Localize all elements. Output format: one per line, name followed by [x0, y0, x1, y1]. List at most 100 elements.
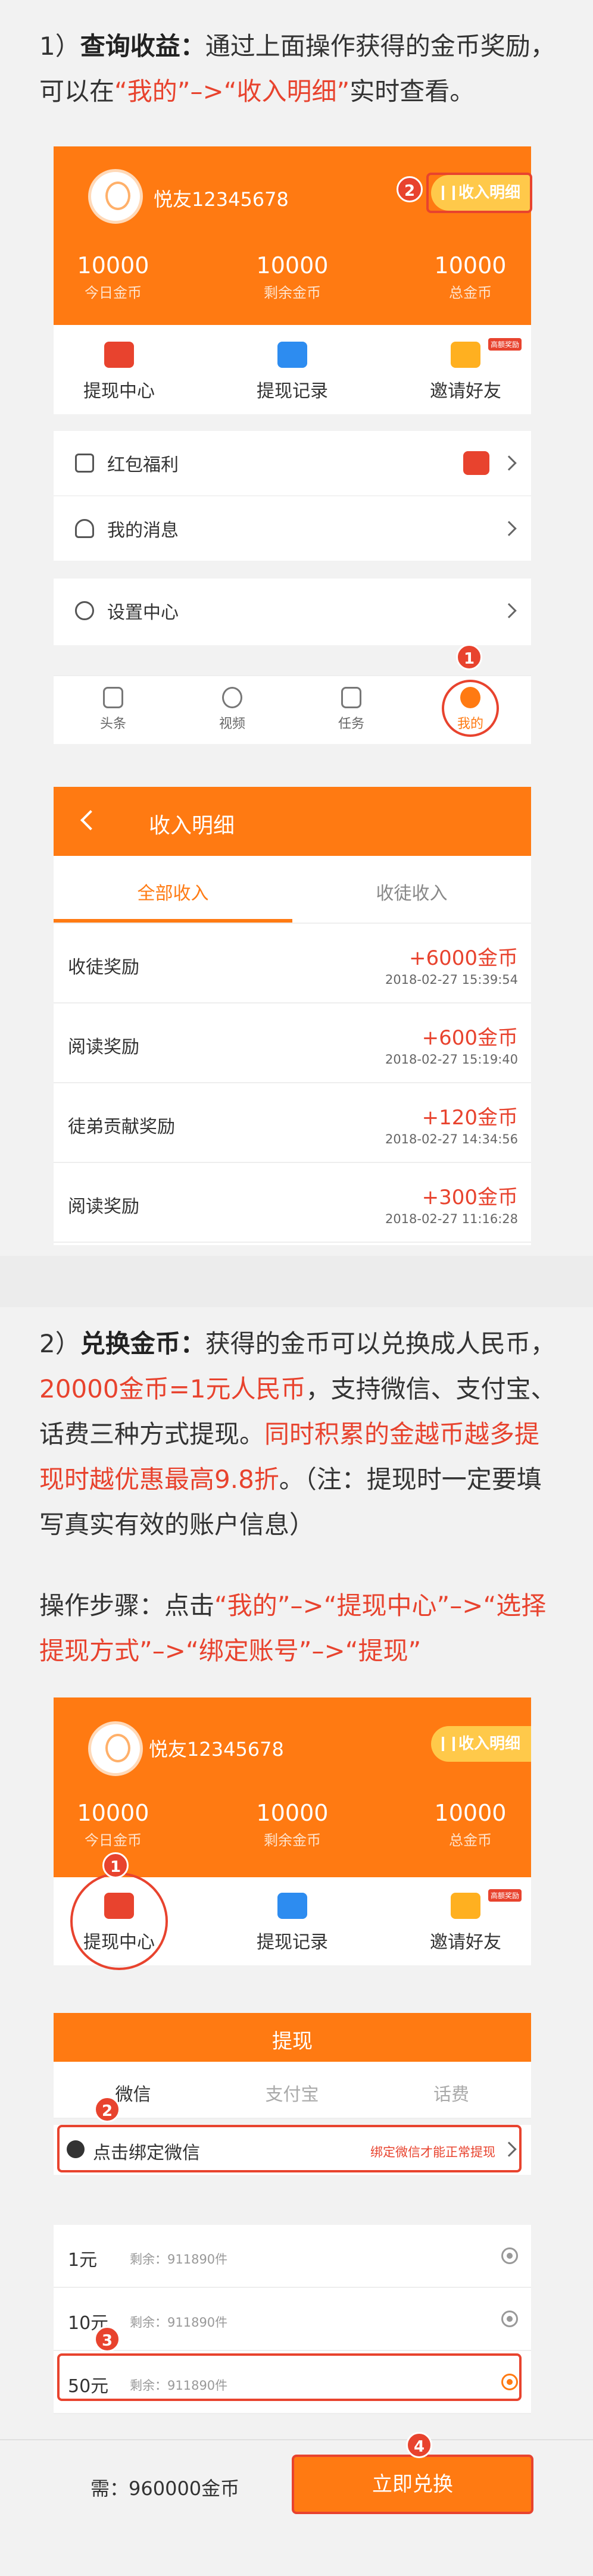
tab-task[interactable]: 任务: [292, 687, 411, 732]
record-time: 2018-02-27 15:39:54: [385, 973, 518, 987]
tab-apprentice-income[interactable]: 收徒收入: [292, 879, 531, 905]
news-icon: [103, 687, 123, 708]
record-icon: [277, 1893, 307, 1919]
steps-me: “我的”: [214, 1591, 291, 1620]
profile-header-2: 悦友12345678 收入明细 10000 今日金币 10000 剩余金币 1000…: [54, 1697, 531, 1877]
highlight-option-50: [57, 2353, 522, 2401]
steps-center: “提现中心”: [323, 1591, 450, 1620]
amount-option[interactable]: 10元 剩余：911890件: [54, 2288, 531, 2351]
steps-withdraw: “提现”: [345, 1636, 422, 1665]
section2-title: 兑换金币：: [80, 1329, 205, 1358]
gift-icon: [451, 1893, 480, 1919]
tab-all-income[interactable]: 全部收入: [54, 879, 292, 905]
tab-video[interactable]: 视频: [173, 687, 292, 732]
radio-button[interactable]: [501, 2311, 518, 2327]
section1-text-b: 实时查看。: [349, 77, 475, 106]
back-arrow-icon[interactable]: [80, 810, 101, 830]
stat-label: 总金币: [449, 285, 492, 301]
menu-settings[interactable]: 设置中心: [54, 579, 531, 643]
step-badge-2: 2: [397, 176, 423, 202]
bell-icon: [75, 519, 94, 538]
stat-remaining: 10000 剩余金币: [233, 252, 352, 302]
redpacket-icon: [75, 454, 94, 473]
high-reward-tag: 高额奖励: [488, 338, 522, 351]
step-badge-2: 2: [94, 2096, 120, 2122]
shortcut-withdraw-record[interactable]: 提现记录: [227, 1893, 358, 1953]
section1-arrow: –>: [190, 77, 224, 106]
section1-me-link: “我的”: [114, 77, 191, 106]
record-amount: +6000金币: [408, 946, 518, 970]
coins-needed: 需：960000金币: [90, 2477, 240, 2500]
menu-messages[interactable]: 我的消息: [54, 496, 531, 561]
amount-option[interactable]: 1元 剩余：911890件: [54, 2225, 531, 2288]
username: 悦友12345678: [154, 188, 289, 211]
section2-paragraph: 2）兑换金币：获得的金币可以兑换成人民币，20000金币=1元人民币，支持微信、…: [39, 1321, 563, 1548]
redpacket-badge-icon: [463, 451, 489, 475]
highlight-income-button: [426, 173, 532, 213]
menu-label: 我的消息: [107, 520, 179, 541]
stat-value: 10000: [256, 252, 329, 279]
stat-label: 今日金币: [85, 1832, 142, 1849]
shortcut-label: 提现记录: [257, 381, 328, 402]
tab-indicator: [54, 919, 292, 923]
steps-arrow: –>: [290, 1591, 324, 1620]
shortcut-label: 邀请好友: [430, 381, 501, 402]
radio-button[interactable]: [501, 2247, 518, 2264]
tab-label: 头条: [99, 717, 126, 731]
record-amount: +600金币: [422, 1026, 518, 1050]
shortcut-withdraw-record[interactable]: 提现记录: [227, 342, 358, 402]
tab-wechat[interactable]: 微信: [54, 2080, 213, 2106]
menu-label: 设置中心: [107, 602, 179, 623]
shortcut-invite[interactable]: 邀请好友: [400, 1893, 531, 1953]
stat-label: 剩余金币: [264, 285, 321, 301]
stat-today: 10000 今日金币: [54, 252, 173, 302]
income-tabs: 全部收入 收徒收入: [54, 856, 531, 924]
stat-value: 10000: [77, 1800, 149, 1826]
stat-value: 10000: [256, 1800, 329, 1826]
record-amount: +300金币: [422, 1186, 518, 1209]
section1-index: 1）: [39, 32, 80, 61]
income-detail-button[interactable]: 收入明细: [431, 1726, 531, 1762]
steps-bind: “绑定账号”: [185, 1636, 312, 1665]
tab-phone-credit[interactable]: 话费: [372, 2080, 531, 2106]
bar-chart-icon: [442, 1737, 455, 1751]
menu-redpacket[interactable]: 红包福利: [54, 431, 531, 495]
step-badge-4: 4: [406, 2432, 432, 2458]
chevron-right-icon: [501, 455, 517, 471]
shortcut-withdraw-center[interactable]: 提现中心: [54, 342, 185, 402]
record-name: 阅读奖励: [68, 1037, 139, 1058]
highlight-tab-me: [442, 680, 499, 737]
steps-prefix: 操作步骤：点击: [39, 1591, 215, 1620]
income-detail-label: 收入明细: [458, 1735, 521, 1753]
shortcut-label: 提现记录: [257, 1932, 328, 1953]
section-exchange: 2）兑换金币：获得的金币可以兑换成人民币，20000金币=1元人民币，支持微信、…: [0, 1307, 593, 2576]
option-remain: 剩余：911890件: [130, 2252, 228, 2266]
settings-icon: [75, 601, 94, 620]
stat-total: 10000 总金币: [411, 252, 530, 302]
wallet-icon: [104, 342, 134, 368]
income-record: 阅读奖励 +300金币 2018-02-27 11:16:28: [54, 1163, 531, 1243]
section1-title: 查询收益：: [80, 32, 205, 61]
avatar[interactable]: [88, 1721, 143, 1776]
avatar[interactable]: [88, 169, 143, 224]
tab-label: 任务: [338, 717, 364, 731]
highlight-exchange-button: [292, 2455, 533, 2514]
shortcut-label: 提现中心: [83, 381, 155, 402]
section1-income-link: “收入明细”: [223, 77, 350, 106]
stat-label: 总金币: [449, 1832, 492, 1849]
tab-alipay[interactable]: 支付宝: [213, 2080, 372, 2106]
tab-label: 视频: [219, 717, 245, 731]
record-name: 收徒奖励: [68, 957, 139, 978]
withdraw-title: 提现: [272, 2030, 313, 2053]
shortcut-invite[interactable]: 邀请好友: [400, 342, 531, 402]
tab-news[interactable]: 头条: [54, 687, 173, 732]
stat-value: 10000: [434, 1800, 507, 1826]
income-record: 收徒奖励 +6000金币 2018-02-27 15:39:54: [54, 924, 531, 1003]
step-badge-3: 3: [94, 2326, 120, 2352]
income-header: 收入明细: [54, 787, 531, 856]
bottom-tab-bar: 头条 视频 任务 我的: [54, 675, 531, 744]
record-time: 2018-02-27 14:34:56: [385, 1132, 518, 1146]
record-amount: +120金币: [422, 1106, 518, 1130]
video-icon: [222, 687, 242, 708]
stat-label: 今日金币: [85, 285, 142, 301]
